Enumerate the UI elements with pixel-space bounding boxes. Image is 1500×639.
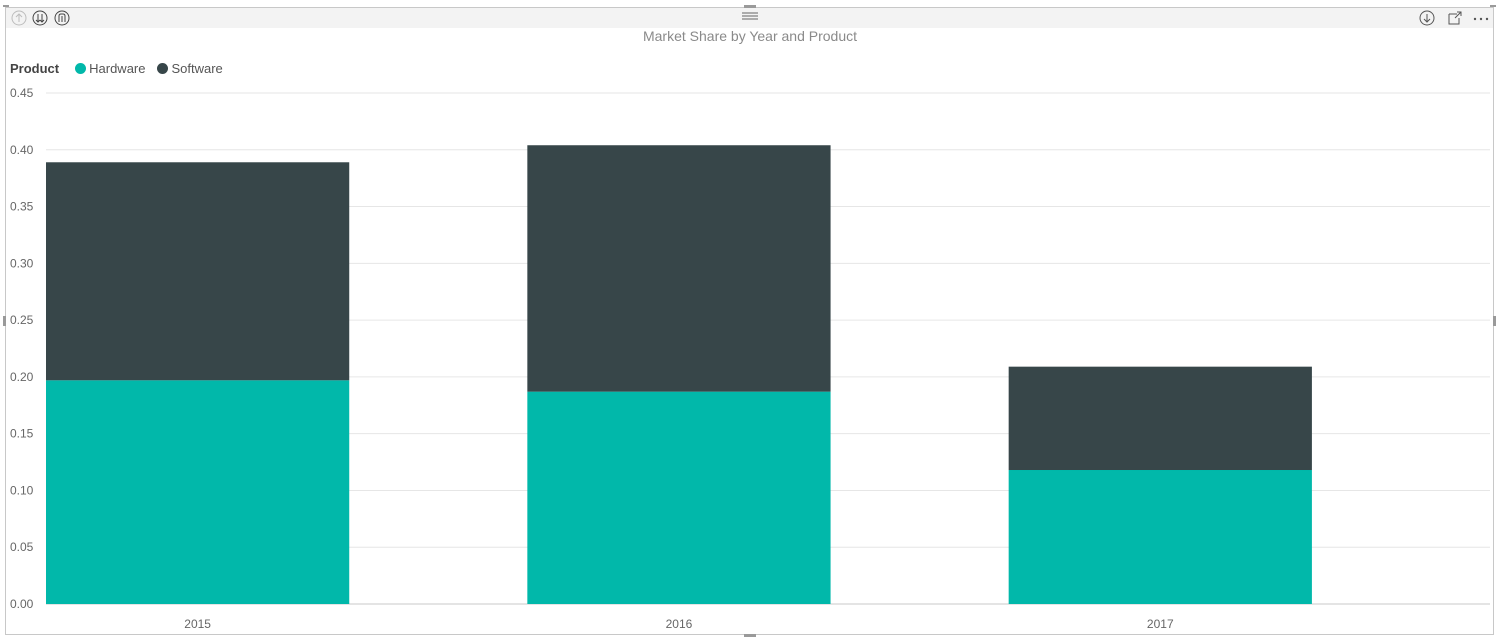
y-tick-label: 0.25 [10,313,34,327]
x-tick-label: 2016 [666,617,693,631]
bar-software-2017[interactable] [1008,366,1312,471]
bar-software-2016[interactable] [527,145,831,392]
y-tick-label: 0.20 [10,370,34,384]
x-tick-label: 2017 [1147,617,1174,631]
y-tick-label: 0.35 [10,200,34,214]
y-tick-label: 0.30 [10,256,34,270]
y-tick-label: 0.45 [10,86,34,100]
bar-hardware-2017[interactable] [1008,470,1312,604]
y-tick-label: 0.10 [10,483,34,497]
y-tick-label: 0.05 [10,540,34,554]
bar-software-2015[interactable] [46,162,350,381]
y-tick-label: 0.00 [10,597,34,611]
x-tick-label: 2015 [184,617,211,631]
plot-area: 0.00 0.05 0.10 0.15 0.20 0.25 0.30 0.35 0.40 0.45… [10,86,1490,631]
y-tick-label: 0.15 [10,427,34,441]
bar-hardware-2016[interactable] [527,391,831,604]
bar-hardware-2015[interactable] [46,380,350,604]
y-tick-label: 0.40 [10,143,34,157]
